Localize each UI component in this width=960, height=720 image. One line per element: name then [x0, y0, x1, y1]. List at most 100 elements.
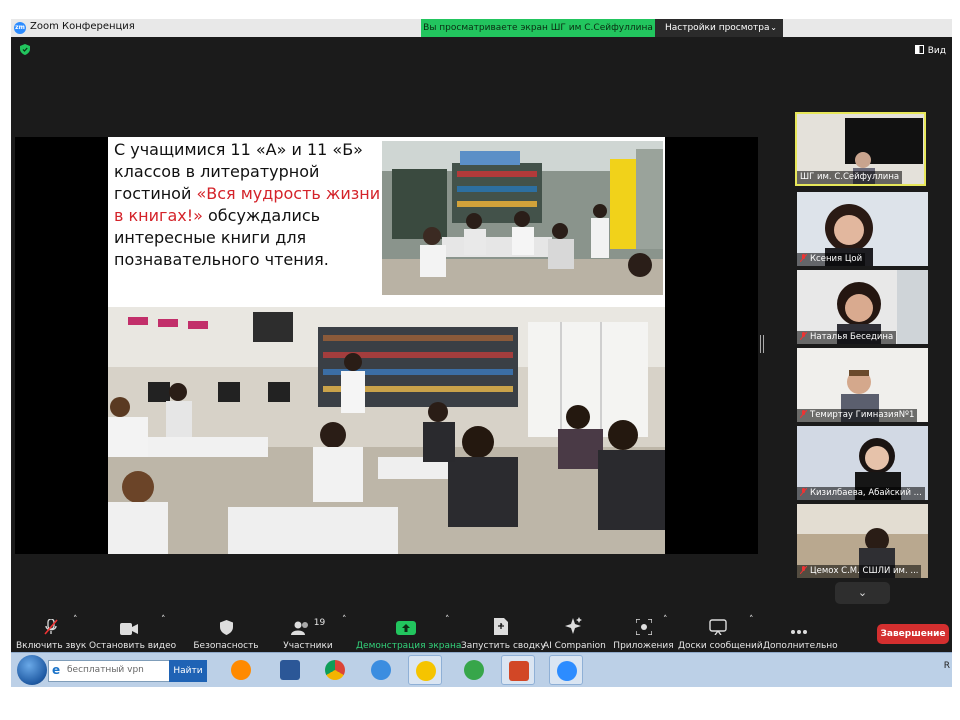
share-screen-button[interactable]: Демонстрация экрана	[356, 615, 462, 653]
participant-name: Наталья Беседина	[797, 331, 897, 344]
mic-muted-icon	[800, 410, 807, 418]
chevron-down-icon: ⌄	[857, 586, 868, 599]
participant-name: Цемох С.М. СШЛИ им. ...	[797, 565, 922, 578]
view-options-label: Настройки просмотра	[665, 23, 770, 33]
participants-icon	[290, 621, 308, 635]
participant-name: Ксения Цой	[797, 253, 866, 266]
taskbar-app-chrome[interactable]	[318, 655, 352, 685]
whiteboards-options-caret[interactable]: ˄	[749, 615, 754, 653]
powerpoint-icon	[509, 661, 529, 681]
participant-name-text: Цемох С.М. СШЛИ им. ...	[810, 566, 919, 576]
sparkle-icon	[565, 617, 582, 634]
view-options-button[interactable]: Настройки просмотра ⌄	[655, 19, 783, 37]
participant-tile[interactable]: Кизилбаева, Абайский ...	[797, 426, 928, 500]
more-dots-icon	[791, 630, 807, 634]
grid-view-icon	[914, 45, 924, 54]
taskbar-app-powerpoint[interactable]	[501, 655, 535, 685]
shield-icon[interactable]	[20, 44, 30, 55]
chevron-down-icon: ⌄	[770, 23, 777, 32]
apps-icon	[635, 619, 652, 635]
video-options-caret[interactable]: ˄	[161, 615, 166, 653]
meeting-toolbar: Включить звук ˄ Остановить видео ˄ Безоп…	[11, 615, 952, 653]
participant-name: Темиртау ГимназияNº1	[797, 409, 918, 422]
view-button-label: Вид	[927, 46, 946, 56]
slide-caption: С учащимися 11 «А» и 11 «Б» классов в ли…	[114, 139, 382, 271]
shared-screen: С учащимися 11 «А» и 11 «Б» классов в ли…	[15, 137, 758, 554]
apps-options-caret[interactable]: ˄	[663, 615, 668, 653]
zoom-window: zm Zoom Конференция Вы просматриваете эк…	[11, 19, 952, 685]
presentation-slide: С учащимися 11 «А» и 11 «Б» классов в ли…	[108, 137, 665, 554]
participant-name-text: Ксения Цой	[810, 254, 863, 264]
title-bar: zm Zoom Конференция Вы просматриваете эк…	[11, 19, 952, 37]
taskbar-app-internet-explorer[interactable]	[364, 655, 398, 685]
taskbar-search-input[interactable]	[67, 663, 165, 677]
browser-search-box[interactable]: e	[48, 660, 170, 682]
app-title: Zoom Конференция	[30, 21, 135, 32]
participant-tile[interactable]: Темиртау ГимназияNº1	[797, 348, 928, 422]
start-menu-button[interactable]	[17, 655, 47, 685]
participant-name: ШГ им. С.Сейфуллина	[797, 171, 903, 184]
video-camera-icon	[120, 623, 138, 635]
taskbar-app-yandex[interactable]	[408, 655, 442, 685]
mic-muted-icon	[800, 566, 807, 574]
security-label: Безопасность	[193, 641, 259, 651]
whiteboards-button[interactable]: Доски сообщений	[678, 615, 763, 653]
summary-document-icon	[494, 618, 508, 635]
participants-options-caret[interactable]: ˄	[342, 615, 347, 653]
share-options-caret[interactable]: ˄	[445, 615, 450, 653]
tray-language-indicator: R	[943, 661, 950, 671]
participants-label: Участники	[283, 641, 333, 651]
internet-explorer-icon: e	[52, 663, 61, 677]
participant-name-text: Кизилбаева, Абайский ...	[810, 488, 922, 498]
participant-tile[interactable]: Наталья Беседина	[797, 270, 928, 344]
library-photo-top	[382, 141, 663, 295]
word-icon	[280, 660, 300, 680]
taskbar-app-edge[interactable]	[457, 655, 491, 685]
participant-name-text: Темиртау ГимназияNº1	[810, 410, 915, 420]
share-screen-icon	[396, 621, 416, 635]
mic-off-icon	[44, 619, 58, 635]
media-player-icon	[231, 660, 251, 680]
participant-name: Кизилбаева, Абайский ...	[797, 487, 925, 500]
start-summary-button[interactable]: Запустить сводку	[461, 615, 546, 653]
zoom-app-icon	[557, 661, 577, 681]
participants-button[interactable]: 19 Участники	[273, 615, 343, 653]
stop-video-button[interactable]: Остановить видео	[89, 615, 177, 653]
participant-tile[interactable]: ШГ им. С.Сейфуллина	[795, 112, 926, 186]
mic-muted-icon	[800, 254, 807, 262]
participants-count: 19	[313, 618, 326, 628]
stop-video-label: Остановить видео	[89, 641, 177, 651]
participant-tile[interactable]: Цемох С.М. СШЛИ им. ...	[797, 504, 928, 578]
internet-explorer-icon	[371, 660, 391, 680]
share-screen-label: Демонстрация экрана	[356, 641, 462, 651]
panel-resize-handle[interactable]	[760, 335, 764, 353]
windows-taskbar: e Найти R	[11, 652, 952, 687]
more-button[interactable]: Дополнительно	[763, 615, 838, 653]
chrome-icon	[325, 660, 345, 680]
ai-companion-button[interactable]: AI Companion	[543, 615, 606, 653]
edge-icon	[464, 660, 484, 680]
classroom-photo-bottom	[108, 307, 665, 554]
participant-name-text: Наталья Беседина	[810, 332, 894, 342]
more-label: Дополнительно	[763, 641, 838, 651]
zoom-logo-icon: zm	[14, 22, 26, 34]
taskbar-app-media-player[interactable]	[224, 655, 258, 685]
taskbar-app-word[interactable]	[273, 655, 307, 685]
view-button[interactable]: Вид	[914, 45, 946, 56]
search-go-button[interactable]: Найти	[169, 660, 207, 682]
taskbar-app-zoom[interactable]	[549, 655, 583, 685]
ai-companion-label: AI Companion	[543, 641, 606, 651]
share-banner: Вы просматриваете экран ШГ им С.Сейфулли…	[421, 19, 655, 37]
security-button[interactable]: Безопасность	[191, 615, 261, 653]
whiteboards-label: Доски сообщений	[678, 641, 763, 651]
mic-muted-icon	[800, 488, 807, 496]
start-summary-label: Запустить сводку	[461, 641, 546, 651]
end-meeting-button[interactable]: Завершение	[877, 624, 949, 644]
shield-icon	[219, 620, 233, 635]
gallery-scroll-down-button[interactable]: ⌄	[835, 582, 890, 604]
mic-muted-icon	[800, 332, 807, 340]
yandex-browser-icon	[416, 661, 436, 681]
whiteboard-icon	[709, 619, 727, 635]
participant-tile[interactable]: Ксения Цой	[797, 192, 928, 266]
audio-options-caret[interactable]: ˄	[73, 615, 78, 653]
